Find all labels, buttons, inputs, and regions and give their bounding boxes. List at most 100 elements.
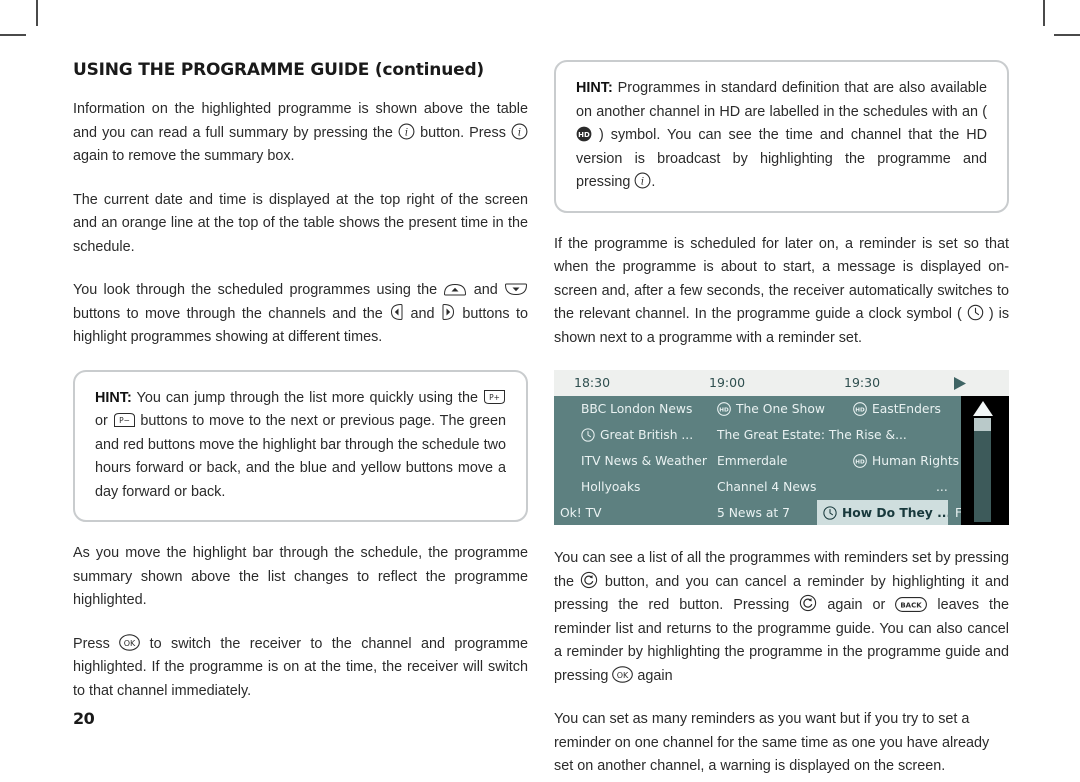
guide-programme-cell[interactable]: HD The One Show [711,396,846,421]
svg-text:i: i [518,127,521,138]
info-circle-icon: i [398,123,415,140]
clock-icon [967,304,984,321]
info-circle-icon: i [634,172,651,189]
guide-programme-rows: BBC London News HD The One Show HD EastEnder… [554,396,1009,525]
back-button-icon: BACK [895,597,928,612]
paragraph-text: button. Press [420,124,506,141]
guide-programme-cell[interactable]: ITV News & Weather [575,448,710,473]
hint-text: HINT: You can jump through the list more… [95,387,506,505]
svg-text:HD: HD [719,407,729,413]
reminder-circular-arrow-icon [799,594,817,612]
paragraph-text: to switch the receiver to the channel an… [73,635,528,699]
hint-text: HINT: Programmes in standard definition … [576,77,987,195]
guide-scrollbar-thumb[interactable] [974,418,991,431]
paragraph-text: again [637,667,673,684]
guide-row: Ok! TV5 News at 7How Do They ...Foo [554,500,1009,525]
guide-time-header: 18:30 19:00 19:30 [554,370,1009,396]
programme-title: BBC London News [581,401,693,416]
programme-title: How Do They ... [842,505,948,520]
hint-text-part: Programmes in standard definition that a… [576,80,988,120]
svg-text:BACK: BACK [901,602,923,610]
svg-text:OK: OK [124,639,136,648]
paragraph-text: and [410,305,435,322]
reminder-circular-arrow-icon [580,571,598,589]
crop-mark-top-left-vertical [36,0,38,26]
right-triangle-icon[interactable] [952,376,968,395]
crop-mark-top-right-vertical [1043,0,1045,26]
crop-mark-top-left-horizontal [0,34,26,36]
ok-button-icon: OK [612,665,634,683]
svg-text:i: i [641,176,644,187]
paragraph-reminder-list: You can see a list of all the programmes… [554,547,1009,688]
guide-programme-cell[interactable]: Hollyoaks [575,474,710,499]
up-arrow-button-icon [443,282,467,297]
paragraph-text: and [473,282,498,299]
programme-title: Great British ... [600,427,694,442]
svg-text:HD: HD [855,459,865,465]
guide-programme-cell[interactable]: BBC London News [575,396,710,421]
paragraph-date-time: The current date and time is displayed a… [73,191,528,255]
paragraph-text: Press [73,635,110,652]
guide-programme-cell[interactable]: 5 News at 7 [711,500,816,525]
manual-page: USING THE PROGRAMME GUIDE (continued) In… [0,0,1080,782]
channel-logo-cell [554,448,574,473]
paragraph-many-reminders: You can set as many reminders as you wan… [554,711,990,774]
guide-row: BBC London News HD The One Show HD EastEnder… [554,396,1009,421]
hd-badge-icon: HD [853,401,867,416]
programme-title: Emmerdale [717,453,788,468]
programme-title: The One Show [736,401,825,416]
paragraph-text: You look through the scheduled programme… [73,282,438,299]
paragraph-text: again or [827,597,886,613]
paragraph-reminder-clock: If the programme is scheduled for later … [554,233,1009,351]
guide-time-label: 18:30 [574,375,611,390]
hint-box-page-buttons: HINT: You can jump through the list more… [73,369,528,523]
page-number: 20 [73,709,95,728]
guide-programme-cell[interactable]: Great British ... [575,422,710,447]
svg-text:P−: P− [119,416,130,425]
hd-badge-icon: HD [576,126,592,142]
channel-logo-cell [554,474,574,499]
guide-programme-cell[interactable]: Ok! TV [554,500,710,525]
page-up-button-icon: P+ [483,389,506,405]
programme-title: ITV News & Weather [581,453,707,468]
programme-title: Ok! TV [560,505,602,520]
guide-time-label: 19:00 [709,375,746,390]
hint-label: HINT: [576,80,613,96]
guide-programme-cell[interactable]: How Do They ... [817,500,948,525]
hint-label: HINT: [95,389,132,406]
paragraph-text: buttons to move through the channels and… [73,305,383,322]
guide-programme-cell[interactable]: The Great Estate: The Rise &... [711,422,983,447]
programme-title: Human Rights ... [872,453,975,468]
down-arrow-button-icon [504,282,528,297]
tv-programme-guide-screenshot[interactable]: 18:30 19:00 19:30 BBC London News HD The O… [554,370,1009,525]
left-arrow-button-icon [389,303,404,321]
guide-row: ITV News & Weather Emmerdale HD Human Right… [554,448,1009,473]
ok-button-icon: OK [119,634,141,651]
programme-title: EastEnders [872,401,941,416]
hint-text-part: buttons to move to the next or previous … [95,413,507,500]
hd-badge-icon: HD [717,401,731,416]
right-arrow-button-icon [441,303,456,321]
guide-time-label: 19:30 [844,375,881,390]
paragraph-text: If the programme is scheduled for later … [554,235,1009,323]
hint-text-part: You can jump through the list more quick… [136,389,478,406]
guide-programme-cell[interactable]: Emmerdale [711,448,846,473]
svg-text:i: i [405,127,408,138]
clock-icon [581,427,595,442]
programme-title: 5 News at 7 [717,505,790,520]
svg-text:P+: P+ [489,393,500,402]
hint-text-part: . [651,174,656,190]
hint-box-hd-symbol: HINT: Programmes in standard definition … [554,60,1009,213]
guide-programme-cell[interactable]: Channel 4 News [711,474,929,499]
page-title: USING THE PROGRAMME GUIDE (continued) [73,60,484,80]
hint-text-part: or [95,413,108,430]
scroll-up-arrow-icon[interactable] [973,401,993,416]
left-column: USING THE PROGRAMME GUIDE (continued) In… [73,60,528,703]
programme-title: Hollyoaks [581,479,641,494]
guide-scrollbar-track[interactable] [974,418,991,522]
programme-title: Channel 4 News [717,479,817,494]
guide-row: Hollyoaks Channel 4 News... [554,474,1009,499]
crop-mark-top-right-horizontal [1054,34,1080,36]
svg-text:HD: HD [578,131,590,139]
clock-icon [823,505,837,520]
